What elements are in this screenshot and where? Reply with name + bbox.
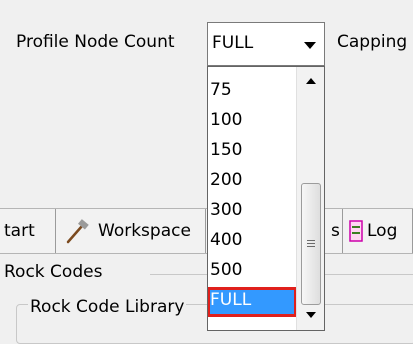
dropdown-option[interactable]: 75	[208, 77, 296, 103]
profile-node-count-label: Profile Node Count	[16, 32, 175, 52]
chevron-down-icon[interactable]	[304, 42, 316, 49]
scroll-up-icon[interactable]	[297, 69, 324, 93]
hammer-icon	[66, 219, 89, 244]
grip-line	[307, 243, 315, 244]
dropdown-option[interactable]: 300	[208, 197, 296, 223]
profile-node-count-dropdown[interactable]: 75 100 150 200 300 400 500 FULL	[207, 66, 325, 331]
rock-codes-label: Rock Codes	[4, 262, 103, 282]
scroll-down-icon[interactable]	[297, 303, 324, 327]
tab-workspace[interactable]: Workspace	[56, 209, 206, 253]
dropdown-option-selected[interactable]: FULL	[208, 287, 297, 317]
dropdown-option[interactable]: 150	[208, 137, 296, 163]
combobox-value: FULL	[212, 33, 254, 53]
tab-label: tart	[4, 221, 35, 241]
log-icon	[349, 220, 363, 242]
tab-label: Log	[367, 221, 398, 241]
rock-code-library-label: Rock Code Library	[28, 297, 187, 317]
dropdown-option[interactable]: 200	[208, 167, 296, 193]
dropdown-scrollbar[interactable]	[296, 67, 324, 330]
grip-line	[307, 240, 315, 241]
dropdown-option[interactable]: 400	[208, 227, 296, 253]
tab-label: Workspace	[98, 221, 191, 241]
profile-node-count-combobox[interactable]: FULL	[207, 22, 325, 66]
tab-start[interactable]: tart	[0, 209, 56, 253]
capping-label: Capping	[337, 32, 408, 52]
dropdown-option[interactable]: 100	[208, 107, 296, 133]
dropdown-option[interactable]: 500	[208, 257, 296, 283]
tab-label: s	[331, 221, 340, 241]
tab-log[interactable]: Log	[343, 209, 413, 253]
grip-line	[307, 246, 315, 247]
scrollbar-thumb[interactable]	[301, 183, 321, 305]
